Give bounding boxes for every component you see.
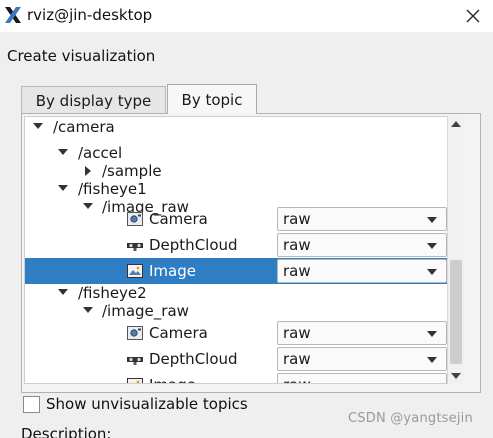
expanded-arrow-icon[interactable] [32,121,44,133]
watermark: CSDN @yangtsejin [348,411,473,426]
tree-node-label: DepthCloud [149,236,238,254]
scroll-down-arrow-icon [451,372,461,379]
tree-node-label: Camera [149,210,208,228]
dropdown-arrow-icon [427,383,437,384]
dropdown-arrow-icon [427,217,437,223]
dialog-heading: Create visualization [7,47,156,65]
tab-by-display-type[interactable]: By display type [21,86,166,114]
transport-select-value: raw [283,350,311,368]
scroll-thumb[interactable] [450,260,462,364]
tree-row[interactable]: /camera [25,117,463,140]
title-bar: rviz@jin-desktop [0,0,493,32]
dropdown-arrow-icon [427,269,437,275]
image-display-icon [127,264,143,278]
transport-select[interactable]: raw [277,207,447,231]
transport-select[interactable]: raw [277,233,447,257]
tree-node-label: /camera [53,118,115,136]
show-unvisualizable-checkbox[interactable] [23,396,40,413]
tree-node-label: Image [149,376,196,383]
scroll-up-arrow-icon [451,120,461,127]
close-button[interactable] [460,4,486,28]
transport-select[interactable]: raw [277,347,447,371]
tree-node-label: Camera [149,324,208,342]
show-unvisualizable-label[interactable]: Show unvisualizable topics [46,395,248,413]
tree-row[interactable]: Camera raw [25,320,463,346]
transport-select[interactable]: raw [277,373,447,384]
tree-node-label: /image_raw [102,302,189,320]
depthcloud-display-icon [127,357,143,365]
transport-select-value: raw [283,376,311,383]
image-display-icon [127,378,143,383]
tree-row[interactable]: Image raw [25,372,463,384]
transport-select-value: raw [283,262,311,280]
app-logo-icon [5,7,21,23]
tree-row[interactable]: DepthCloud raw [25,346,463,372]
dropdown-arrow-icon [427,357,437,363]
transport-select-value: raw [283,210,311,228]
scroll-up-button[interactable] [448,116,464,132]
dropdown-arrow-icon [427,243,437,249]
close-icon [466,9,480,23]
depthcloud-display-icon [127,243,143,251]
scroll-down-button[interactable] [448,368,464,384]
camera-display-icon [127,326,143,340]
transport-select-value: raw [283,236,311,254]
description-label: Description: [21,425,112,438]
tree-node-label: Image [149,262,196,280]
tree-row[interactable]: Camera raw [25,206,463,232]
tab-by-topic[interactable]: By topic [167,84,257,114]
tree-row[interactable]: DepthCloud raw [25,232,463,258]
window-title: rviz@jin-desktop [27,6,153,24]
tree-scrollbar[interactable] [447,116,464,384]
topic-tree[interactable]: /camera /accel /sample /fisheye1 /image_… [24,116,464,384]
camera-display-icon [127,212,143,226]
transport-select-value: raw [283,324,311,342]
dropdown-arrow-icon [427,331,437,337]
transport-select[interactable]: raw [277,321,447,345]
expanded-arrow-icon[interactable] [82,305,94,317]
tree-node-label: DepthCloud [149,350,238,368]
